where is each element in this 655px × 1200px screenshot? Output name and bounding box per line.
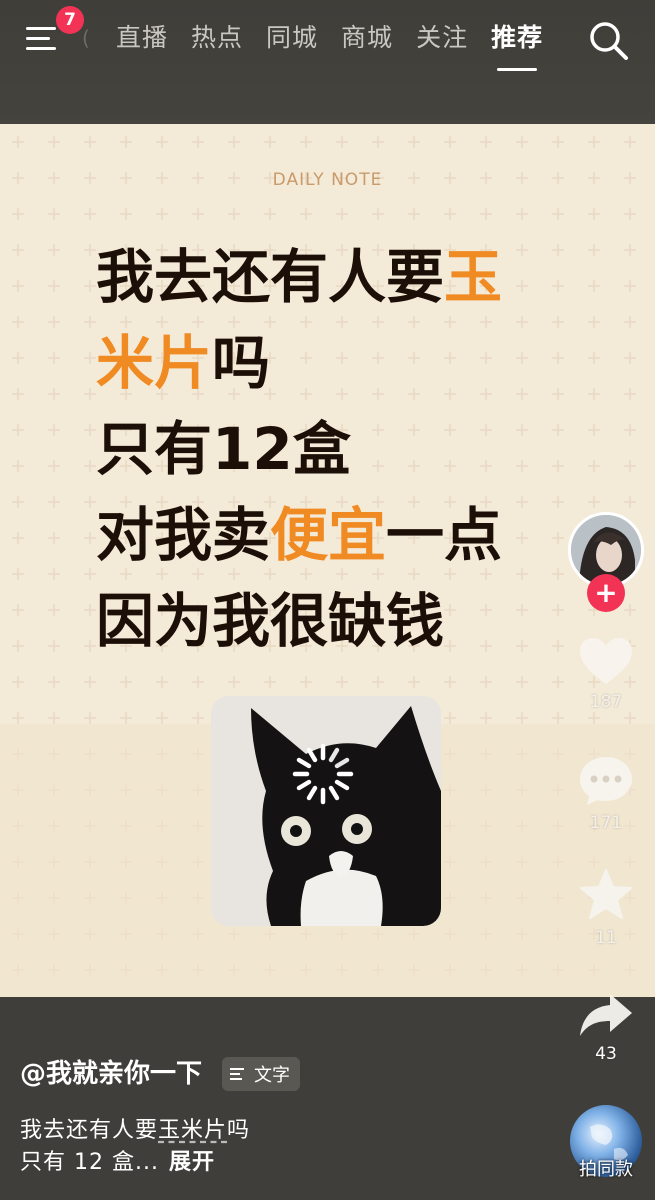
same-style-label[interactable]: 拍同款: [570, 1155, 642, 1181]
comment-icon: [580, 757, 632, 805]
star-icon: [580, 869, 632, 919]
heart-icon: [580, 638, 632, 684]
search-button[interactable]: [588, 20, 630, 62]
like-button[interactable]: 187: [570, 636, 642, 712]
feed-tabs: 直播 热点 同城 商城 关注 推荐: [116, 20, 566, 71]
comment-button[interactable]: 171: [570, 755, 642, 833]
cat-meme-image: [211, 696, 441, 926]
headline-text: 一点: [386, 501, 503, 569]
video-player[interactable]: DAILY NOTE 我去还有人要玉 米片吗 只有12盒 对我卖便宜一点 因为我…: [0, 124, 655, 997]
headline-text: 只有12盒: [96, 415, 351, 483]
headline-highlight: 米片: [96, 329, 213, 397]
share-count: 43: [595, 1044, 617, 1064]
post-description-truncated: 只有 12 盒... 展开: [20, 1147, 215, 1179]
hidden-tab-fragment: (: [82, 26, 90, 50]
post-description: 我去还有人要玉米片吗: [20, 1115, 250, 1147]
favorite-button[interactable]: 11: [570, 868, 642, 948]
favorite-count: 11: [595, 928, 617, 948]
follow-button[interactable]: +: [587, 574, 625, 612]
share-button[interactable]: 43: [570, 992, 642, 1064]
description-text: 只有 12 盒...: [20, 1150, 159, 1175]
headline-highlight: 便宜: [270, 501, 387, 569]
tab-mall[interactable]: 商城: [341, 20, 393, 56]
text-post-tag[interactable]: 文字: [222, 1057, 300, 1091]
tab-recommended[interactable]: 推荐: [491, 20, 543, 71]
tab-live[interactable]: 直播: [116, 20, 168, 56]
expand-button[interactable]: 展开: [169, 1150, 215, 1175]
video-headline: 我去还有人要玉 米片吗 只有12盒 对我卖便宜一点 因为我很缺钱: [96, 234, 556, 664]
headline-text: 吗: [212, 329, 271, 397]
author-name[interactable]: @我就亲你一下: [20, 1057, 202, 1091]
post-info-panel: @我就亲你一下 文字 我去还有人要玉米片吗 只有 12 盒... 展开: [0, 997, 655, 1200]
app-screen: 7 ( 直播 热点 同城 商城 关注 推荐 DAILY NOTE 我去还有人要玉…: [0, 0, 655, 1200]
tab-following[interactable]: 关注: [416, 20, 468, 56]
headline-text: 我去还有人要: [96, 243, 445, 311]
search-keyword-link[interactable]: 玉米片: [158, 1118, 227, 1143]
description-text: 吗: [227, 1118, 251, 1143]
headline-text: 因为我很缺钱: [96, 587, 445, 655]
tab-local[interactable]: 同城: [266, 20, 318, 56]
notification-badge: 7: [56, 6, 84, 34]
like-count: 187: [589, 692, 623, 712]
description-text: 我去还有人要: [20, 1118, 159, 1143]
search-icon: [590, 22, 628, 60]
text-post-tag-label: 文字: [254, 1065, 290, 1086]
headline-highlight: 玉: [444, 243, 503, 311]
text-lines-icon: [230, 1068, 244, 1080]
top-nav-bar: 7 ( 直播 热点 同城 商城 关注 推荐: [0, 0, 655, 124]
headline-text: 对我卖: [96, 501, 271, 569]
daily-note-label: DAILY NOTE: [272, 170, 383, 190]
tab-trending[interactable]: 热点: [191, 20, 243, 56]
comment-count: 171: [589, 813, 623, 833]
share-arrow-icon: [580, 994, 632, 1036]
